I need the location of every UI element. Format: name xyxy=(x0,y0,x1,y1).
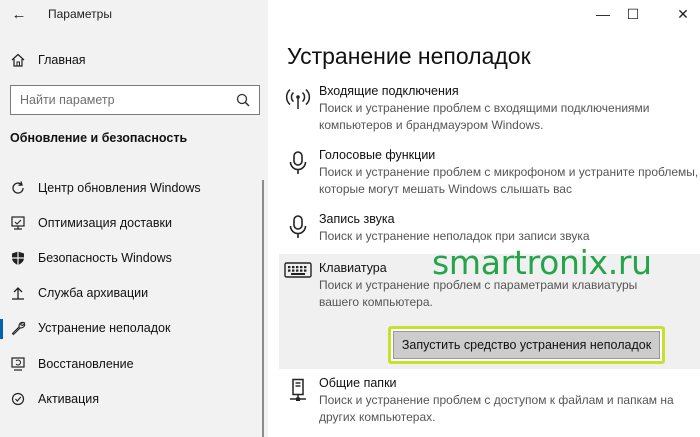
sidebar-item-home[interactable]: Главная xyxy=(10,50,86,70)
troubleshooter-recording-audio[interactable]: Запись звука Поиск и устранение неполадо… xyxy=(279,210,700,245)
item-description: Поиск и устранение проблем с входящими п… xyxy=(319,101,650,132)
item-title: Голосовые функции xyxy=(319,148,436,162)
sidebar-item-delivery-optimization[interactable]: Оптимизация доставки xyxy=(0,205,268,240)
sidebar-item-label: Служба архивации xyxy=(38,286,149,301)
search-placeholder: Найти параметр xyxy=(20,93,115,107)
recovery-icon xyxy=(10,356,26,372)
keyboard-icon xyxy=(283,261,313,291)
sidebar-item-label: Устранение неполадок xyxy=(38,321,171,336)
wrench-icon xyxy=(10,320,26,336)
sidebar-item-backup[interactable]: Служба архивации xyxy=(0,276,268,311)
run-troubleshooter-label: Запустить средство устранения неполадок xyxy=(393,331,660,359)
sidebar-item-label: Оптимизация доставки xyxy=(38,215,172,230)
item-description: Поиск и устранение проблем с параметрами… xyxy=(319,278,638,309)
search-icon[interactable] xyxy=(236,93,250,107)
shared-folders-icon xyxy=(283,378,313,408)
refresh-icon xyxy=(10,180,26,196)
sidebar-item-windows-update[interactable]: Центр обновления Windows xyxy=(0,170,268,205)
sidebar-scrollbar[interactable] xyxy=(262,180,264,437)
watermark-text: smartronix.ru xyxy=(432,243,652,282)
maximize-icon[interactable]: ☐ xyxy=(610,0,656,28)
close-icon[interactable]: ✕ xyxy=(660,0,700,28)
activation-icon xyxy=(10,391,26,407)
titlebar: ← Параметры xyxy=(0,0,268,28)
sidebar-nav: Центр обновления Windows Оптимизация дос… xyxy=(0,170,268,416)
item-title: Запись звука xyxy=(319,212,395,226)
sidebar-item-label: Центр обновления Windows xyxy=(38,180,201,195)
shield-icon xyxy=(10,250,26,266)
back-arrow-icon[interactable]: ← xyxy=(8,3,30,25)
item-description: Поиск и устранение проблем с микрофоном … xyxy=(319,165,699,196)
run-troubleshooter-button[interactable]: Запустить средство устранения неполадок xyxy=(388,326,665,364)
sidebar-item-label: Активация xyxy=(38,391,100,406)
sidebar-item-recovery[interactable]: Восстановление xyxy=(0,346,268,381)
sidebar-item-label: Безопасность Windows xyxy=(38,250,172,265)
home-label: Главная xyxy=(38,53,86,67)
section-title: Обновление и безопасность xyxy=(10,131,188,145)
sidebar-item-activation[interactable]: Активация xyxy=(0,381,268,416)
main-content: — ☐ ✕ Устранение неполадок Входящие подк… xyxy=(268,0,700,437)
page-title: Устранение неполадок xyxy=(287,43,531,69)
troubleshooter-shared-folders[interactable]: Общие папки Поиск и устранение проблем с… xyxy=(279,374,700,426)
sidebar: ← Параметры Главная Найти параметр Обнов… xyxy=(0,0,268,437)
delivery-icon xyxy=(10,215,26,231)
backup-icon xyxy=(10,285,26,301)
item-title: Входящие подключения xyxy=(319,84,459,98)
home-icon xyxy=(11,53,25,67)
item-title: Общие папки xyxy=(319,376,397,390)
microphone-icon xyxy=(283,214,313,244)
sidebar-item-label: Восстановление xyxy=(38,356,134,371)
antenna-icon xyxy=(283,86,313,116)
search-input[interactable]: Найти параметр xyxy=(10,85,260,115)
item-description: Поиск и устранение проблем с доступом к … xyxy=(319,393,674,424)
troubleshooter-speech[interactable]: Голосовые функции Поиск и устранение про… xyxy=(279,146,700,198)
troubleshooter-incoming-connections[interactable]: Входящие подключения Поиск и устранение … xyxy=(279,82,700,134)
sidebar-item-troubleshoot[interactable]: Устранение неполадок xyxy=(0,311,268,346)
microphone-icon xyxy=(283,150,313,180)
sidebar-item-windows-security[interactable]: Безопасность Windows xyxy=(0,240,268,275)
window-title: Параметры xyxy=(48,7,112,21)
